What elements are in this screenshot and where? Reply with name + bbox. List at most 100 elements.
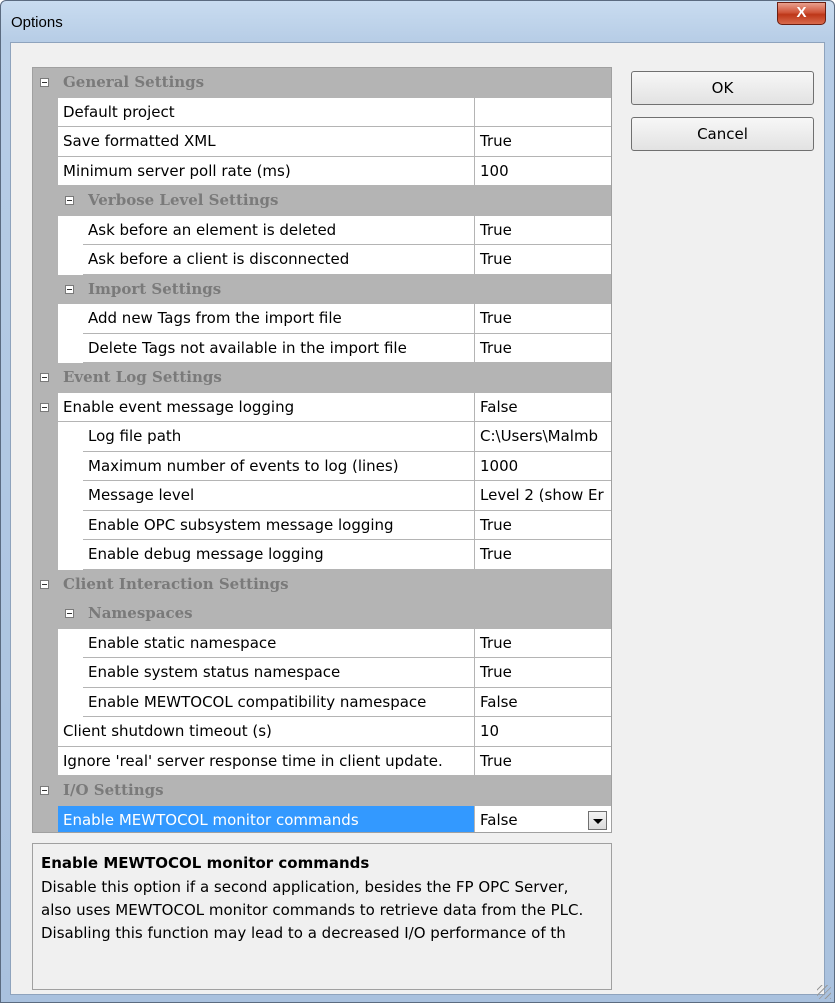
category-row[interactable]: Verbose Level Settings xyxy=(33,186,611,216)
property-value[interactable]: False xyxy=(474,392,611,422)
collapse-toggle-icon[interactable] xyxy=(40,786,49,795)
property-value[interactable]: True xyxy=(474,127,611,157)
property-name: Enable system status namespace xyxy=(83,658,474,688)
collapse-toggle-icon[interactable] xyxy=(40,402,49,412)
cancel-button[interactable]: Cancel xyxy=(631,117,814,151)
property-value[interactable]: True xyxy=(474,333,611,363)
property-row[interactable]: Delete Tags not available in the import … xyxy=(33,333,611,363)
category-row[interactable]: I/O Settings xyxy=(33,776,611,806)
row-gutter xyxy=(33,274,58,304)
property-name: Ask before an element is deleted xyxy=(83,216,474,245)
property-row[interactable]: Add new Tags from the import file True xyxy=(33,304,611,334)
property-row[interactable]: Log file path C:\Users\Malmb xyxy=(33,422,611,452)
category-label[interactable]: I/O Settings xyxy=(58,776,611,806)
property-name: Save formatted XML xyxy=(58,127,474,157)
property-value[interactable]: True xyxy=(474,628,611,658)
category-row[interactable]: Namespaces xyxy=(33,599,611,629)
dropdown-arrow-icon[interactable] xyxy=(588,810,607,830)
row-gutter xyxy=(33,215,58,245)
property-name: Default project xyxy=(58,98,474,127)
category-row[interactable]: Import Settings xyxy=(33,274,611,305)
row-indent xyxy=(58,540,83,570)
resize-grip-icon[interactable] xyxy=(817,985,831,999)
row-gutter xyxy=(33,333,58,363)
row-gutter xyxy=(33,422,58,452)
row-gutter xyxy=(33,599,58,629)
property-row[interactable]: Minimum server poll rate (ms) 100 xyxy=(33,156,611,186)
ok-button[interactable]: OK xyxy=(631,71,814,105)
property-value[interactable]: True xyxy=(474,510,611,540)
property-value[interactable]: True xyxy=(474,746,611,776)
property-value[interactable]: C:\Users\Malmb xyxy=(474,422,611,452)
category-row[interactable]: Client Interaction Settings xyxy=(33,569,611,600)
property-value[interactable]: False xyxy=(474,687,611,717)
property-name: Ignore 'real' server response time in cl… xyxy=(58,747,474,776)
row-indent xyxy=(58,245,83,275)
row-indent xyxy=(58,687,83,717)
property-name: Delete Tags not available in the import … xyxy=(83,334,474,363)
row-gutter xyxy=(33,687,58,717)
collapse-toggle-icon[interactable] xyxy=(65,609,74,618)
property-row[interactable]: Enable system status namespace True xyxy=(33,658,611,688)
row-indent xyxy=(58,510,83,540)
row-gutter xyxy=(33,628,58,658)
property-value[interactable]: True xyxy=(474,658,611,688)
property-value[interactable]: 10 xyxy=(474,717,611,747)
help-text: Disable this option if a second applicat… xyxy=(41,878,584,942)
property-row[interactable]: Client shutdown timeout (s) 10 xyxy=(33,717,611,747)
property-row[interactable]: Enable static namespace True xyxy=(33,628,611,658)
title-bar[interactable]: Options X xyxy=(1,1,834,41)
property-value[interactable]: 100 xyxy=(474,156,611,186)
category-label[interactable]: Client Interaction Settings xyxy=(58,570,611,600)
property-row[interactable]: Enable MEWTOCOL monitor commands False xyxy=(33,805,611,832)
property-value[interactable]: True xyxy=(474,540,611,570)
row-gutter xyxy=(33,451,58,481)
row-gutter xyxy=(33,186,58,216)
category-label[interactable]: Import Settings xyxy=(83,275,611,305)
property-row[interactable]: Default project xyxy=(33,97,611,127)
row-indent xyxy=(58,658,83,688)
property-value[interactable]: Level 2 (show Er xyxy=(474,481,611,511)
property-row[interactable]: Enable event message logging False xyxy=(33,392,611,422)
row-gutter xyxy=(33,510,58,540)
property-row[interactable]: Enable debug message logging True xyxy=(33,540,611,570)
collapse-toggle-icon[interactable] xyxy=(40,373,49,382)
property-name: Enable OPC subsystem message logging xyxy=(83,511,474,540)
property-grid[interactable]: General Settings Default project Save form… xyxy=(32,67,612,833)
property-row[interactable]: Save formatted XML True xyxy=(33,127,611,157)
row-indent xyxy=(58,628,83,658)
window-title: Options xyxy=(11,14,63,31)
property-value[interactable]: 1000 xyxy=(474,451,611,481)
category-label[interactable]: Verbose Level Settings xyxy=(83,186,611,216)
category-label[interactable]: Event Log Settings xyxy=(58,363,611,393)
category-row[interactable]: Event Log Settings xyxy=(33,363,611,393)
property-value[interactable] xyxy=(474,97,611,127)
collapse-toggle-icon[interactable] xyxy=(65,196,74,205)
collapse-toggle-icon[interactable] xyxy=(40,78,49,87)
property-name: Ask before a client is disconnected xyxy=(83,245,474,275)
category-row[interactable]: General Settings xyxy=(33,68,611,98)
property-value[interactable]: True xyxy=(474,245,611,275)
close-button[interactable]: X xyxy=(777,2,826,25)
collapse-toggle-icon[interactable] xyxy=(65,284,74,294)
property-row[interactable]: Enable MEWTOCOL compatibility namespace F… xyxy=(33,687,611,717)
row-indent xyxy=(58,481,83,511)
property-value[interactable]: False xyxy=(474,805,611,832)
category-label[interactable]: Namespaces xyxy=(83,599,611,629)
property-row[interactable]: Enable OPC subsystem message logging True xyxy=(33,510,611,540)
property-value[interactable]: True xyxy=(474,304,611,334)
property-row[interactable]: Ask before an element is deleted True xyxy=(33,215,611,245)
property-row[interactable]: Message level Level 2 (show Er xyxy=(33,481,611,511)
property-name: Log file path xyxy=(83,422,474,452)
property-name: Enable event message logging xyxy=(58,393,474,422)
collapse-toggle-icon[interactable] xyxy=(40,579,49,589)
row-gutter xyxy=(33,245,58,275)
property-row[interactable]: Ask before a client is disconnected True xyxy=(33,245,611,275)
category-label[interactable]: General Settings xyxy=(58,68,611,98)
property-name: Enable debug message logging xyxy=(83,540,474,570)
row-gutter xyxy=(33,127,58,157)
property-value[interactable]: True xyxy=(474,215,611,245)
property-row[interactable]: Ignore 'real' server response time in cl… xyxy=(33,746,611,776)
property-row[interactable]: Maximum number of events to log (lines) 1… xyxy=(33,451,611,481)
options-dialog: Options X General Settings Default projec… xyxy=(0,0,835,1003)
